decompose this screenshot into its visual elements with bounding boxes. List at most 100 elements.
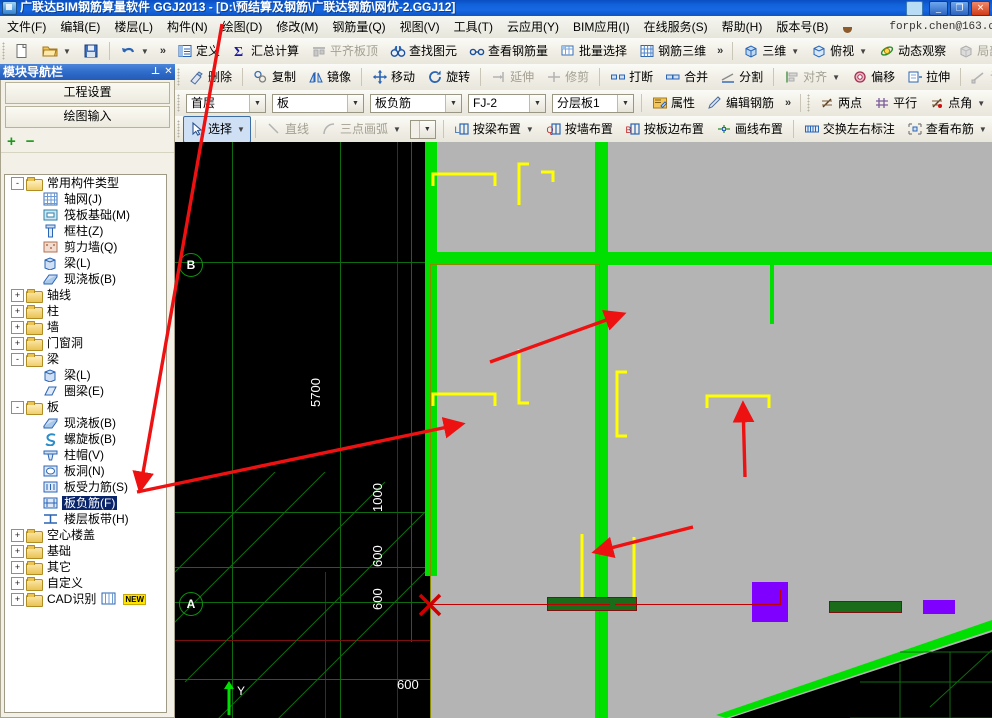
offset-button[interactable]: 偏移 bbox=[846, 64, 901, 90]
expand-icon[interactable]: + bbox=[11, 320, 24, 334]
close-button[interactable]: ✕ bbox=[971, 0, 990, 16]
arc-caret-icon[interactable]: ▼ bbox=[393, 122, 401, 137]
toolbar1-overflow-icon[interactable]: » bbox=[155, 45, 171, 57]
chevron-down-icon[interactable]: ▼ bbox=[529, 94, 545, 112]
delete-button[interactable]: 删除 bbox=[183, 64, 238, 90]
category-select[interactable]: 板 ▼ bbox=[272, 93, 364, 113]
tree-custom[interactable]: + 自定义 bbox=[5, 575, 166, 591]
expand-icon[interactable]: + bbox=[11, 336, 24, 350]
helper-icon[interactable] bbox=[906, 0, 923, 16]
tree-spiral-slab[interactable]: 螺旋板(B) bbox=[5, 431, 166, 447]
column-element-2[interactable] bbox=[923, 600, 955, 614]
menu-online[interactable]: 在线服务(S) bbox=[637, 18, 715, 36]
orbit-button[interactable]: 动态观察 bbox=[873, 38, 952, 64]
tree-cast-slab[interactable]: 现浇板(B) bbox=[5, 415, 166, 431]
view-3d-caret-icon[interactable]: ▼ bbox=[791, 44, 799, 59]
tree-slab-negative-rebar[interactable]: 板负筋(F) bbox=[5, 495, 166, 511]
nav-project-settings[interactable]: 工程设置 bbox=[5, 82, 170, 104]
snap-parallel-button[interactable]: 平行 bbox=[868, 90, 923, 116]
snap-point-angle-button[interactable]: 点角 ▼ bbox=[923, 90, 991, 116]
view-rebar-qty-button[interactable]: 查看钢筋量 bbox=[463, 38, 554, 64]
wall-vertical-upper-mid[interactable] bbox=[595, 142, 608, 254]
chevron-down-icon[interactable]: ▼ bbox=[445, 94, 461, 112]
toolbar-context-grip[interactable] bbox=[177, 94, 180, 112]
menu-tools[interactable]: 工具(T) bbox=[447, 18, 500, 36]
pin-icon[interactable]: ⊥ bbox=[149, 66, 162, 79]
tree-column-cap[interactable]: 柱帽(V) bbox=[5, 447, 166, 463]
component-select[interactable]: 板负筋 ▼ bbox=[370, 93, 462, 113]
property-button[interactable]: 属性 bbox=[646, 90, 701, 116]
menu-modify[interactable]: 修改(M) bbox=[269, 18, 325, 36]
rotate-button[interactable]: 旋转 bbox=[421, 64, 476, 90]
open-caret-icon[interactable]: ▼ bbox=[63, 44, 71, 59]
expand-icon[interactable]: + bbox=[11, 288, 24, 302]
menu-draw[interactable]: 绘图(D) bbox=[215, 18, 270, 36]
swap-lr-dim-button[interactable]: 交换左右标注 bbox=[798, 116, 901, 142]
tree-slab-hole[interactable]: 板洞(N) bbox=[5, 463, 166, 479]
column-element-1[interactable] bbox=[752, 582, 788, 622]
place-by-beam-button[interactable]: L 按梁布置 ▼ bbox=[448, 116, 540, 142]
tree-ring-beam[interactable]: 圈梁(E) bbox=[5, 383, 166, 399]
tree-raft-foundation[interactable]: 筏板基础(M) bbox=[5, 207, 166, 223]
tree-axis-grid[interactable]: 轴网(J) bbox=[5, 191, 166, 207]
rebar-horizontal-mid[interactable] bbox=[705, 394, 775, 413]
place-by-line-button[interactable]: 画线布置 bbox=[710, 116, 789, 142]
place-by-beam-caret-icon[interactable]: ▼ bbox=[526, 122, 534, 137]
tree-shear-wall[interactable]: 剪力墙(Q) bbox=[5, 239, 166, 255]
mirror-button[interactable]: 镜像 bbox=[302, 64, 357, 90]
new-button[interactable] bbox=[8, 38, 36, 64]
collapse-icon[interactable]: - bbox=[11, 400, 24, 414]
toolbar-draw-grip[interactable] bbox=[177, 120, 180, 138]
expand-icon[interactable]: + bbox=[11, 544, 24, 558]
tree-common-types[interactable]: - 常用构件类型 bbox=[5, 175, 166, 191]
split-button[interactable]: 分割 bbox=[714, 64, 769, 90]
tree-beam[interactable]: 梁(L) bbox=[5, 367, 166, 383]
collapse-icon[interactable]: - bbox=[11, 176, 24, 190]
tree-other[interactable]: + 其它 bbox=[5, 559, 166, 575]
wall-vertical-mid[interactable] bbox=[595, 264, 608, 718]
snap-toolbar-grip[interactable] bbox=[807, 94, 811, 112]
floor-select[interactable]: 首层 ▼ bbox=[186, 93, 266, 113]
menu-floor[interactable]: 楼层(L) bbox=[107, 18, 160, 36]
rebar-3d-button[interactable]: 钢筋三维 bbox=[633, 38, 712, 64]
rebar-left-bay-top[interactable] bbox=[431, 392, 501, 411]
rebar-top-mid-3[interactable] bbox=[517, 347, 531, 408]
tree-slab-folder[interactable]: -板 bbox=[5, 399, 166, 415]
menu-view[interactable]: 视图(V) bbox=[393, 18, 447, 36]
rebar-selected-vertical[interactable] bbox=[615, 370, 629, 441]
rebar-lower-left[interactable] bbox=[580, 532, 594, 605]
tree-hollow-floor[interactable]: + 空心楼盖 bbox=[5, 527, 166, 543]
point-angle-caret-icon[interactable]: ▼ bbox=[977, 96, 985, 111]
expand-icon[interactable]: + bbox=[11, 576, 24, 590]
tree-frame-column[interactable]: 框柱(Z) bbox=[5, 223, 166, 239]
member-select[interactable]: FJ-2 ▼ bbox=[468, 93, 546, 113]
view-top-caret-icon[interactable]: ▼ bbox=[859, 44, 867, 59]
view-3d-button[interactable]: 三维 ▼ bbox=[737, 38, 805, 64]
snap-two-point-button[interactable]: 两点 bbox=[813, 90, 868, 116]
chevron-down-icon[interactable]: ▼ bbox=[347, 94, 363, 112]
menu-edit[interactable]: 编辑(E) bbox=[53, 18, 107, 36]
rebar-top-left[interactable] bbox=[431, 172, 501, 191]
toolbar3-overflow-icon[interactable]: » bbox=[780, 97, 796, 109]
expand-all-icon[interactable]: + bbox=[7, 134, 16, 149]
tree-slab-main-rebar[interactable]: 板受力筋(S) bbox=[5, 479, 166, 495]
toolbar-edit-grip[interactable] bbox=[177, 68, 180, 86]
expand-icon[interactable]: + bbox=[11, 528, 24, 542]
merge-button[interactable]: 合并 bbox=[659, 64, 714, 90]
minimize-button[interactable]: _ bbox=[929, 0, 948, 16]
layer-select[interactable]: 分层板1 ▼ bbox=[552, 93, 634, 113]
menu-cloud[interactable]: 云应用(Y) bbox=[500, 18, 566, 36]
copy-button[interactable]: 复制 bbox=[247, 64, 302, 90]
tree-axis[interactable]: + 轴线 bbox=[5, 287, 166, 303]
tree-door-window[interactable]: + 门窗洞 bbox=[5, 335, 166, 351]
component-tree[interactable]: - 常用构件类型 轴网(J) 筏板基础(M) 框柱(Z) 剪力墙(Q) 梁(L) 现浇板(B)… bbox=[4, 174, 167, 713]
batch-select-button[interactable]: 批量选择 bbox=[554, 38, 633, 64]
chevron-down-icon[interactable]: ▼ bbox=[617, 94, 633, 112]
select-caret-icon[interactable]: ▼ bbox=[237, 122, 245, 137]
align-caret-icon[interactable]: ▼ bbox=[832, 70, 840, 85]
summary-calc-button[interactable]: Σ 汇总计算 bbox=[226, 38, 305, 64]
nav-draw-input[interactable]: 绘图输入 bbox=[5, 106, 170, 128]
menu-bim[interactable]: BIM应用(I) bbox=[566, 18, 637, 36]
drawing-canvas[interactable]: B A 5700 1000 600 600 600 Y bbox=[175, 142, 992, 718]
chevron-down-icon[interactable]: ▼ bbox=[418, 120, 435, 138]
